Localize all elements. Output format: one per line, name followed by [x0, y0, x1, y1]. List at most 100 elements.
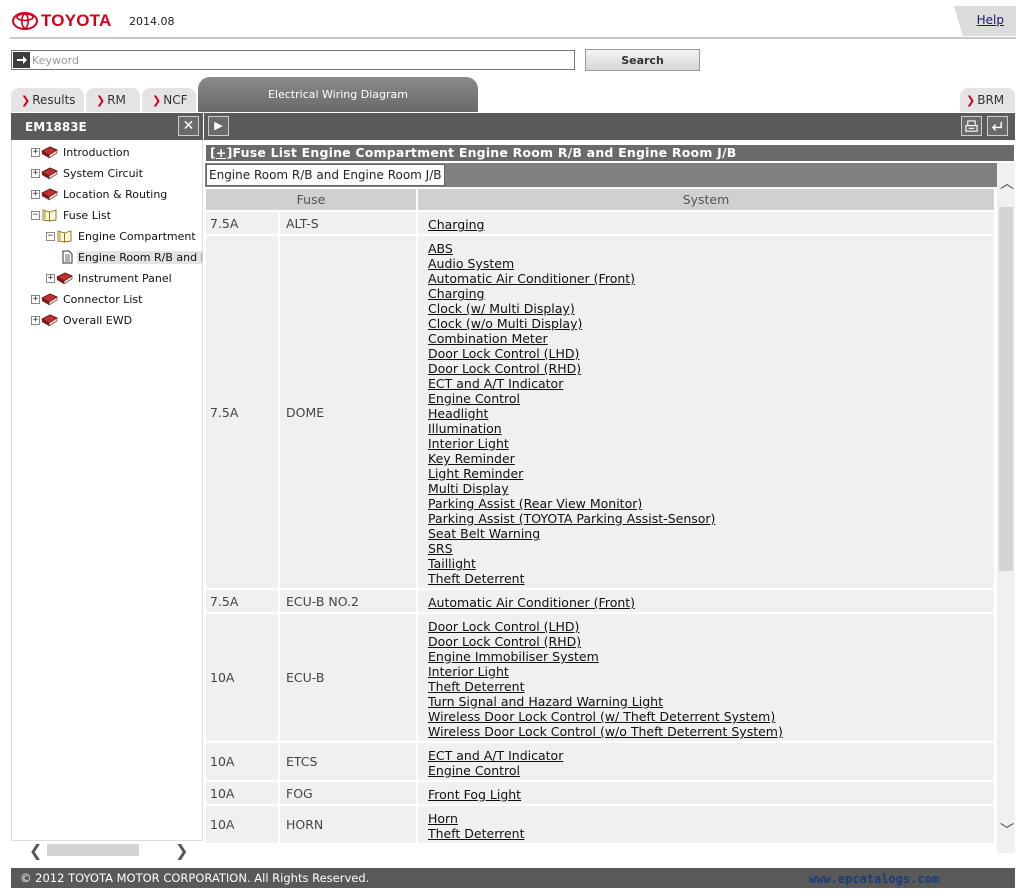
system-link[interactable]: Illumination — [428, 421, 994, 436]
system-link[interactable]: Clock (w/ Multi Display) — [428, 301, 994, 316]
system-link[interactable]: Parking Assist (Rear View Monitor) — [428, 496, 994, 511]
system-link[interactable]: Theft Deterrent — [428, 571, 994, 586]
expand-icon[interactable]: + — [31, 147, 40, 157]
system-link[interactable]: Wireless Door Lock Control (w/o Theft De… — [428, 724, 994, 739]
tree-item-fuse-list[interactable]: − Fuse List — [31, 206, 112, 224]
tab-rm[interactable]: ❯ RM — [86, 88, 140, 112]
system-link[interactable]: ECT and A/T Indicator — [428, 748, 994, 763]
chevron-right-icon: ❯ — [21, 93, 31, 107]
tree-item-introduction[interactable]: + Introduction — [31, 143, 131, 161]
system-link[interactable]: Theft Deterrent — [428, 826, 994, 841]
system-link[interactable]: ABS — [428, 241, 994, 256]
scroll-down-icon[interactable]: ﹀ — [1000, 820, 1014, 840]
system-list: Horn Theft Deterrent — [418, 806, 996, 845]
tree-item-overall-ewd[interactable]: + Overall EWD — [31, 311, 133, 329]
back-button[interactable] — [987, 116, 1008, 136]
tree-item-location-routing[interactable]: + Location & Routing — [31, 185, 168, 203]
system-list: Door Lock Control (LHD) Door Lock Control… — [418, 614, 996, 743]
document-code: EM1883E — [25, 120, 87, 134]
system-link[interactable]: Engine Control — [428, 391, 994, 406]
content-vertical-scrollbar[interactable]: ︿ ﹀ — [997, 163, 1015, 853]
tree-item-instrument-panel[interactable]: + Instrument Panel — [46, 269, 173, 287]
system-link[interactable]: Combination Meter — [428, 331, 994, 346]
tree-item-engine-compartment[interactable]: − Engine Compartment — [46, 227, 197, 245]
system-link[interactable]: Light Reminder — [428, 466, 994, 481]
system-link[interactable]: Front Fog Light — [428, 787, 994, 802]
system-link[interactable]: SRS — [428, 541, 994, 556]
system-link[interactable]: Door Lock Control (LHD) — [428, 619, 994, 634]
expand-icon[interactable]: + — [31, 315, 40, 325]
tree-item-system-circuit[interactable]: + System Circuit — [31, 164, 144, 182]
tab-results-label: Results — [32, 93, 76, 107]
system-link[interactable]: Automatic Air Conditioner (Front) — [428, 271, 994, 286]
tab-ncf-label: NCF — [163, 93, 188, 107]
system-link[interactable]: Automatic Air Conditioner (Front) — [428, 595, 994, 610]
search-button[interactable]: Search — [585, 49, 700, 71]
tab-brm[interactable]: ❯ BRM — [960, 88, 1015, 112]
scroll-up-icon[interactable]: ︿ — [1000, 173, 1014, 193]
tree-item-label: Instrument Panel — [78, 271, 172, 285]
system-link[interactable]: Headlight — [428, 406, 994, 421]
system-link[interactable]: Horn — [428, 811, 994, 826]
collapse-icon[interactable]: − — [46, 231, 55, 241]
system-link[interactable]: Seat Belt Warning — [428, 526, 994, 541]
expand-icon[interactable]: + — [31, 294, 40, 304]
chevron-right-icon: ❯ — [152, 93, 162, 107]
expand-icon[interactable]: + — [31, 168, 40, 178]
tab-results[interactable]: ❯ Results — [11, 88, 84, 112]
fuse-name: ECU-B NO.2 — [280, 590, 418, 614]
help-tab[interactable]: Help — [954, 6, 1016, 36]
system-link[interactable]: Interior Light — [428, 436, 994, 451]
document-icon — [62, 250, 73, 264]
system-link[interactable]: Parking Assist (TOYOTA Parking Assist-Se… — [428, 511, 994, 526]
system-link[interactable]: Charging — [428, 286, 994, 301]
header-divider — [10, 37, 1016, 39]
system-link[interactable]: Charging — [428, 217, 994, 232]
chevron-right-icon: ❯ — [96, 93, 106, 107]
system-link[interactable]: Turn Signal and Hazard Warning Light — [428, 694, 994, 709]
system-link[interactable]: Clock (w/o Multi Display) — [428, 316, 994, 331]
expand-icon[interactable]: + — [46, 273, 55, 283]
help-link[interactable]: Help — [977, 13, 1004, 27]
play-button[interactable]: ▶ — [208, 116, 229, 136]
tab-electrical-wiring-diagram[interactable]: Electrical Wiring Diagram — [198, 77, 478, 112]
closed-book-icon — [41, 314, 58, 327]
system-link[interactable]: Door Lock Control (LHD) — [428, 346, 994, 361]
system-link[interactable]: Engine Control — [428, 763, 994, 778]
system-link[interactable]: Door Lock Control (RHD) — [428, 634, 994, 649]
system-link[interactable]: Multi Display — [428, 481, 994, 496]
system-link[interactable]: Interior Light — [428, 664, 994, 679]
search-input[interactable] — [32, 53, 552, 67]
system-link[interactable]: ECT and A/T Indicator — [428, 376, 994, 391]
toyota-logo: TOYOTA — [12, 11, 111, 31]
system-link[interactable]: Audio System — [428, 256, 994, 271]
expand-all-toggle[interactable]: [+] — [210, 145, 233, 160]
tab-ncf[interactable]: ❯ NCF — [142, 88, 196, 112]
system-link[interactable]: Theft Deterrent — [428, 679, 994, 694]
closed-book-icon — [41, 146, 58, 159]
chevron-right-icon: ❯ — [966, 93, 976, 107]
tree-horizontal-scrollbar[interactable]: ❮ ❯ — [11, 840, 203, 860]
close-panel-button[interactable]: ✕ — [178, 116, 199, 136]
tree-item-connector-list[interactable]: + Connector List — [31, 290, 143, 308]
print-button[interactable] — [961, 116, 982, 136]
table-row: 7.5A DOME ABS Audio System Automatic Air Con… — [206, 236, 996, 590]
scroll-left-icon[interactable]: ❮ — [29, 841, 42, 860]
system-link[interactable]: Door Lock Control (RHD) — [428, 361, 994, 376]
system-link[interactable]: Key Reminder — [428, 451, 994, 466]
scroll-right-icon[interactable]: ❯ — [175, 841, 188, 860]
tree-item-engine-room-rb[interactable]: Engine Room R/B and Engine Room J/B — [62, 248, 202, 266]
system-link[interactable]: Engine Immobiliser System — [428, 649, 994, 664]
fuse-name: ECU-B — [280, 614, 418, 743]
scrollbar-thumb[interactable] — [999, 207, 1013, 571]
scrollbar-thumb[interactable] — [47, 844, 139, 856]
table-row: 7.5A ALT-S Charging — [206, 212, 996, 236]
printer-icon — [965, 120, 978, 132]
fuse-table: Fuse System 7.5A ALT-S Charging 7.5A DOME ABS… — [206, 189, 996, 845]
collapse-icon[interactable]: − — [31, 210, 40, 220]
subtitle-row: Engine Room R/B and Engine Room J/B — [205, 163, 997, 187]
fuse-amperage: 7.5A — [206, 590, 280, 614]
system-link[interactable]: Taillight — [428, 556, 994, 571]
expand-icon[interactable]: + — [31, 189, 40, 199]
system-link[interactable]: Wireless Door Lock Control (w/ Theft Det… — [428, 709, 994, 724]
